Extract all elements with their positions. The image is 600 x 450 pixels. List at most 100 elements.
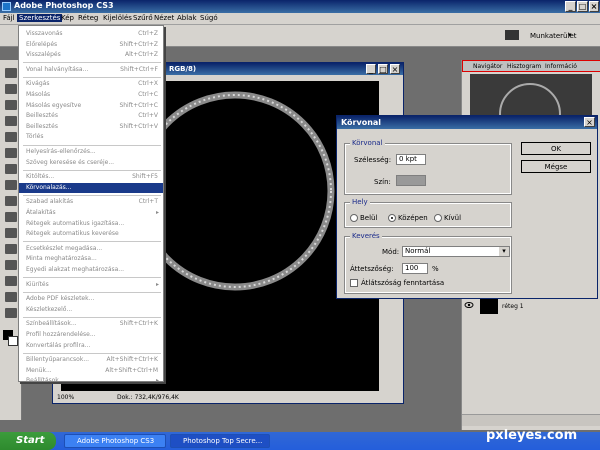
lasso-tool-icon[interactable] [5, 84, 17, 94]
doc-maximize-button[interactable]: □ [378, 64, 388, 74]
edit-menu-item[interactable]: Visszalépés Alt+Ctrl+Z [19, 50, 163, 60]
edit-menu-item[interactable]: Ecsetkészlet megadása... [19, 244, 163, 254]
edit-menu-item[interactable]: Minta meghatározása... [19, 254, 163, 264]
menu-select[interactable]: Kijelölés [103, 14, 132, 22]
menu-item-label: Visszavonás [26, 30, 63, 37]
opacity-label: Áttetszőség: [350, 265, 394, 273]
edit-menu-item[interactable]: Egyedi alakzat meghatározása... [19, 265, 163, 275]
radio-outside[interactable] [434, 214, 442, 222]
edit-menu-item[interactable]: Átalakítás ▸ [19, 208, 163, 218]
maximize-button[interactable]: □ [577, 1, 588, 12]
eyedropper-tool-icon[interactable] [5, 276, 17, 286]
menu-help[interactable]: Súgó [200, 14, 218, 22]
edit-menu-item[interactable]: Előrelépés Shift+Ctrl+Z [19, 40, 163, 50]
menu-image[interactable]: Kép [61, 14, 74, 22]
color-swatch[interactable] [396, 175, 426, 186]
stamp-tool-icon[interactable] [5, 132, 17, 142]
eye-icon[interactable] [464, 300, 474, 310]
chevron-down-icon[interactable]: ▾ [568, 31, 572, 39]
edit-menu-item[interactable]: Adobe PDF készletek... [19, 294, 163, 304]
radio-inside[interactable] [350, 214, 358, 222]
edit-menu-item[interactable]: Rétegek automatikus igazítása... [19, 219, 163, 229]
background-color-swatch[interactable] [8, 336, 18, 346]
edit-menu-item[interactable]: Szabad alakítás Ctrl+T [19, 197, 163, 207]
brush-tool-icon[interactable] [5, 116, 17, 126]
edit-menu-item[interactable]: Konvertálás profilra... [19, 341, 163, 351]
tab-info[interactable]: Információ [545, 63, 577, 70]
shape-tool-icon[interactable] [5, 244, 17, 254]
blending-group: Keverés Mód: Normál ▾ Áttetszőség: 100 %… [344, 232, 512, 294]
crop-tool-icon[interactable] [5, 100, 17, 110]
edit-menu-item[interactable]: Menük... Alt+Shift+Ctrl+M [19, 366, 163, 376]
edit-menu-item[interactable]: Billentyűparancsok... Alt+Shift+Ctrl+K [19, 355, 163, 365]
menu-layer[interactable]: Réteg [78, 14, 98, 22]
ok-button[interactable]: OK [521, 142, 591, 155]
tab-histogram[interactable]: Hisztogram [507, 63, 541, 70]
start-button[interactable]: Start [0, 432, 56, 450]
edit-menu-item[interactable]: Törlés [19, 132, 163, 142]
edit-menu-item[interactable]: Beállítások ▸ [19, 376, 163, 386]
edit-menu-item[interactable]: Beillesztés Shift+Ctrl+V [19, 122, 163, 132]
mode-select[interactable]: Normál ▾ [402, 246, 510, 257]
menu-item-label: Vonal halványítása... [26, 65, 89, 73]
opacity-field[interactable]: 100 [402, 263, 428, 274]
cancel-button[interactable]: Mégse [521, 160, 591, 173]
layer-name[interactable]: réteg 1 [502, 303, 524, 310]
doc-minimize-button[interactable]: _ [366, 64, 376, 74]
menu-item-label: Beillesztés [26, 112, 58, 120]
preserve-transparency-checkbox[interactable] [350, 279, 358, 287]
preserve-transparency-label: Átlátszóság fenntartása [361, 279, 445, 287]
dialog-close-button[interactable]: × [584, 117, 595, 127]
notes-tool-icon[interactable] [5, 260, 17, 270]
chevron-down-icon[interactable]: ▾ [499, 247, 509, 256]
minimize-button[interactable]: _ [565, 1, 576, 12]
menu-item-label: Konvertálás profilra... [26, 341, 91, 349]
edit-menu-item[interactable]: Színbeállítások... Shift+Ctrl+K [19, 319, 163, 329]
edit-menu-item[interactable]: Helyesírás-ellenőrzés... [19, 147, 163, 157]
watermark: pxleyes.com [486, 428, 578, 443]
radio-center-label: Középen [398, 214, 428, 222]
edit-menu-item[interactable]: Körvonalazás... [19, 182, 163, 193]
zoom-level[interactable]: 100% [57, 394, 74, 401]
menu-separator [23, 291, 161, 293]
edit-menu-item[interactable]: Szöveg keresése és cseréje... [19, 158, 163, 168]
gradient-tool-icon[interactable] [5, 164, 17, 174]
type-tool-icon[interactable] [5, 228, 17, 238]
edit-menu-item[interactable]: Készletkezelő... [19, 305, 163, 315]
edit-menu-item[interactable]: Vonal halványítása... Shift+Ctrl+F [19, 65, 163, 75]
menu-view[interactable]: Nézet [154, 14, 174, 22]
hand-tool-icon[interactable] [5, 292, 17, 302]
edit-menu-item[interactable]: Visszavonás Ctrl+Z [19, 29, 163, 39]
taskbar-photoshop[interactable]: Adobe Photoshop CS3 [64, 434, 166, 448]
doc-close-button[interactable]: × [390, 64, 400, 74]
menu-item-label: Színbeállítások... [26, 320, 77, 328]
move-tool-icon[interactable] [5, 68, 17, 78]
menu-filter[interactable]: Szűrő [133, 14, 153, 22]
taskbar-browser[interactable]: Photoshop Top Secre... [170, 434, 270, 448]
close-button[interactable]: × [589, 1, 599, 12]
layer-thumbnail [480, 298, 498, 314]
menu-item-shortcut: Ctrl+T [138, 198, 158, 206]
menu-item-label: Profil hozzárendelése... [26, 331, 96, 338]
edit-menu-item[interactable]: Rétegek automatikus keverése [19, 229, 163, 239]
edit-menu-item[interactable]: Kiürítés ▸ [19, 280, 163, 290]
menu-edit[interactable]: Szerkesztés [17, 14, 63, 22]
edit-menu-item[interactable]: Profil hozzárendelése... [19, 330, 163, 340]
edit-menu-item[interactable]: Kivágás Ctrl+X [19, 79, 163, 89]
edit-menu-item[interactable]: Kitöltés... Shift+F5 [19, 172, 163, 182]
width-field[interactable]: 0 kpt [396, 154, 426, 165]
eraser-tool-icon[interactable] [5, 148, 17, 158]
edit-menu-item[interactable]: Másolás Ctrl+C [19, 90, 163, 100]
tab-navigator[interactable]: Navigátor [473, 63, 502, 70]
menu-file[interactable]: Fájl [3, 14, 15, 22]
menu-window[interactable]: Ablak [177, 14, 197, 22]
radio-center[interactable] [388, 214, 396, 222]
menu-item-label: Előrelépés [26, 40, 58, 48]
pen-tool-icon[interactable] [5, 212, 17, 222]
edit-menu-item[interactable]: Másolás egyesítve Shift+Ctrl+C [19, 101, 163, 111]
zoom-tool-icon[interactable] [5, 308, 17, 318]
menu-bar: Fájl Szerkesztés Kép Réteg Kijelölés Szű… [0, 13, 600, 25]
edit-menu-item[interactable]: Beillesztés Ctrl+V [19, 111, 163, 121]
dodge-tool-icon[interactable] [5, 196, 17, 206]
blur-tool-icon[interactable] [5, 180, 17, 190]
